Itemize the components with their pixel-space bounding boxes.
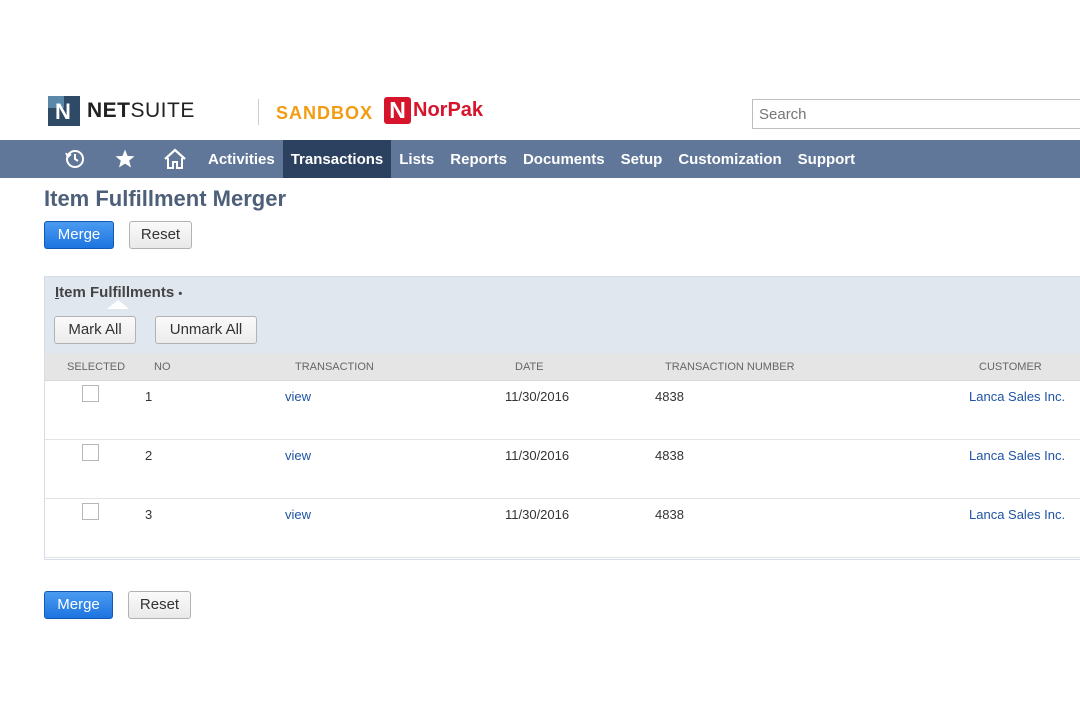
- row-select-checkbox[interactable]: [82, 444, 99, 461]
- global-search-input[interactable]: [752, 99, 1080, 129]
- row-date: 11/30/2016: [505, 448, 570, 463]
- column-header-no[interactable]: NO: [154, 361, 171, 373]
- row-no: 1: [145, 389, 153, 404]
- column-header-transaction-number[interactable]: TRANSACTION NUMBER: [665, 361, 795, 373]
- merge-button-bottom[interactable]: Merge: [44, 591, 113, 619]
- reset-button-top[interactable]: Reset: [129, 221, 192, 249]
- row-view-link[interactable]: view: [285, 389, 311, 404]
- reset-button-bottom[interactable]: Reset: [128, 591, 191, 619]
- row-transaction-number: 4838: [655, 507, 684, 522]
- row-view-link[interactable]: view: [285, 507, 311, 522]
- star-icon[interactable]: [100, 140, 150, 178]
- nav-reports[interactable]: Reports: [442, 140, 515, 178]
- nav-customization[interactable]: Customization: [670, 140, 789, 178]
- column-header-transaction[interactable]: TRANSACTION: [295, 361, 374, 373]
- environment-label: SANDBOX: [276, 103, 374, 123]
- nav-support[interactable]: Support: [790, 140, 864, 178]
- row-customer-link[interactable]: Lanca Sales Inc.: [969, 448, 1065, 463]
- unmark-all-button[interactable]: Unmark All: [155, 316, 257, 344]
- company-logo: N NorPak: [384, 97, 483, 124]
- item-fulfillments-sublist: Item Fulfillments • Mark All Unmark All …: [44, 276, 1080, 560]
- table-row: 3 view 11/30/2016 4838 Lanca Sales Inc.: [45, 499, 1080, 558]
- netsuite-logo[interactable]: N NETSUITE: [48, 96, 195, 126]
- tab-marker: •: [178, 288, 183, 300]
- table-row: 2 view 11/30/2016 4838 Lanca Sales Inc.: [45, 440, 1080, 499]
- history-icon[interactable]: [50, 140, 100, 178]
- nav-activities[interactable]: Activities: [200, 140, 283, 178]
- main-navigation: Activities Transactions Lists Reports Do…: [0, 140, 1080, 178]
- home-icon[interactable]: [150, 140, 200, 178]
- sublist-header: Item Fulfillments • Mark All Unmark All: [45, 277, 1080, 353]
- row-no: 2: [145, 448, 153, 463]
- table-row: 1 view 11/30/2016 4838 Lanca Sales Inc.: [45, 381, 1080, 440]
- mark-all-button[interactable]: Mark All: [54, 316, 136, 344]
- nav-setup[interactable]: Setup: [613, 140, 671, 178]
- company-logo-mark: N: [384, 97, 411, 124]
- nav-documents[interactable]: Documents: [515, 140, 613, 178]
- page-header: N NETSUITE SANDBOX N NorPak: [0, 0, 1080, 140]
- column-header-selected[interactable]: SELECTED: [67, 361, 125, 373]
- table-header: SELECTED NO TRANSACTION DATE TRANSACTION…: [45, 353, 1080, 381]
- netsuite-logo-text: NETSUITE: [87, 99, 195, 122]
- row-transaction-number: 4838: [655, 389, 684, 404]
- row-customer-link[interactable]: Lanca Sales Inc.: [969, 389, 1065, 404]
- header-divider: [258, 99, 259, 125]
- row-view-link[interactable]: view: [285, 448, 311, 463]
- row-date: 11/30/2016: [505, 389, 570, 404]
- nav-transactions[interactable]: Transactions: [282, 140, 392, 178]
- netsuite-logo-mark: N: [48, 96, 80, 126]
- row-select-checkbox[interactable]: [82, 503, 99, 520]
- row-select-checkbox[interactable]: [82, 385, 99, 402]
- row-transaction-number: 4838: [655, 448, 684, 463]
- tab-caret-icon: [107, 300, 129, 309]
- column-header-date[interactable]: DATE: [515, 361, 544, 373]
- column-header-customer[interactable]: CUSTOMER: [979, 361, 1042, 373]
- row-customer-link[interactable]: Lanca Sales Inc.: [969, 507, 1065, 522]
- row-no: 3: [145, 507, 153, 522]
- row-date: 11/30/2016: [505, 507, 570, 522]
- company-name: NorPak: [413, 99, 484, 121]
- netsuite-logo-letter: N: [55, 99, 71, 124]
- page-title: Item Fulfillment Merger: [44, 186, 287, 211]
- merge-button-top[interactable]: Merge: [44, 221, 114, 249]
- nav-lists[interactable]: Lists: [391, 140, 442, 178]
